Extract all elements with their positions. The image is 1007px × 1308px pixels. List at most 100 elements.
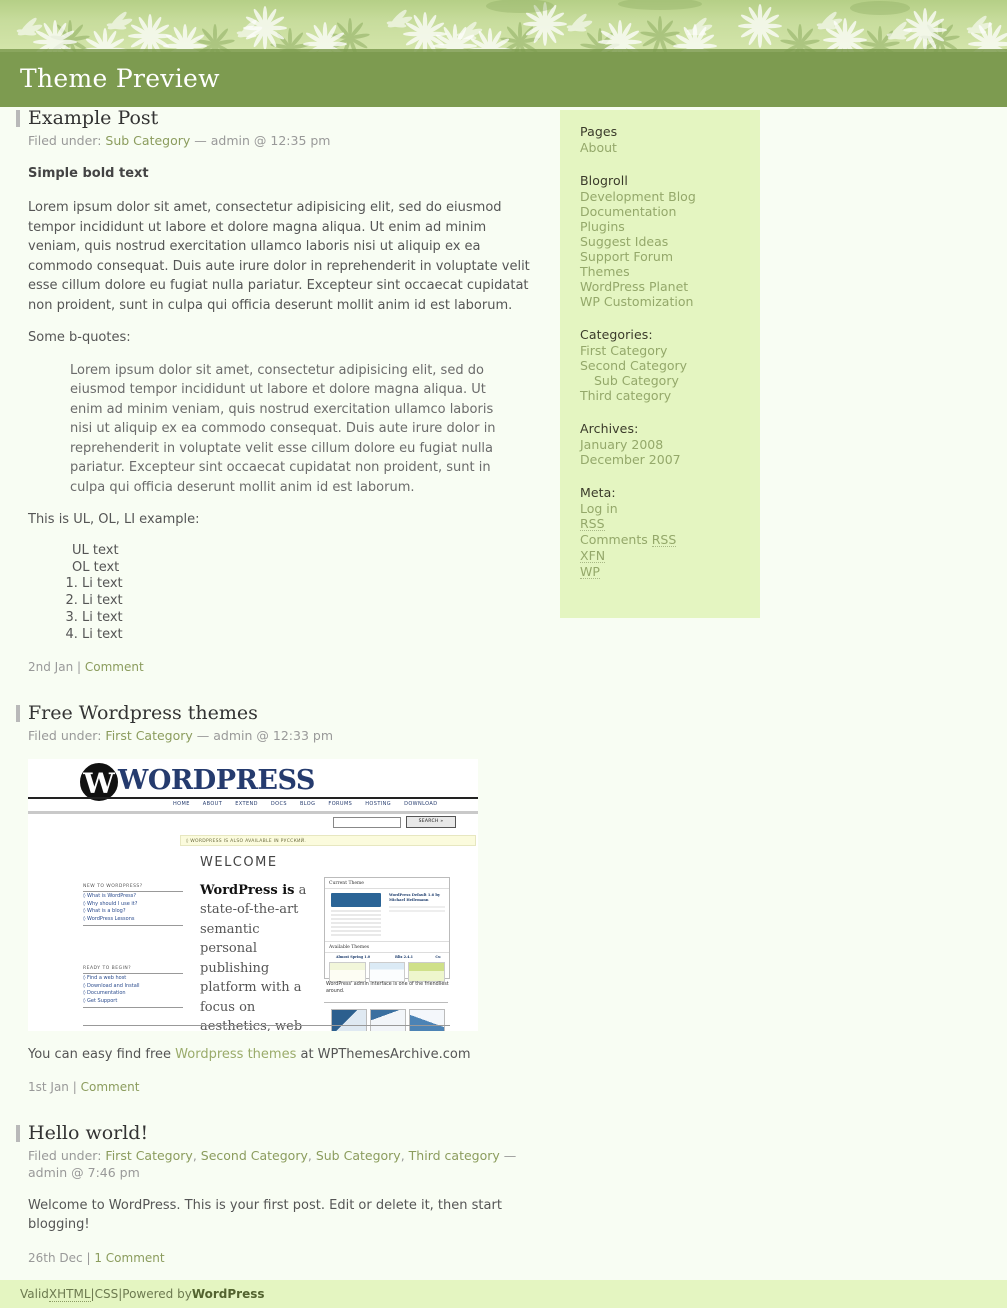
post-category-link[interactable]: Second Category bbox=[201, 1148, 308, 1163]
wp-list-item: ◊ What is WordPress? bbox=[83, 893, 137, 900]
footer-powered-label: Powered by bbox=[122, 1287, 192, 1301]
sidebar-item-xfn[interactable]: XFN bbox=[580, 548, 760, 564]
post-body: Welcome to WordPress. This is your first… bbox=[28, 1196, 540, 1235]
title-accent-bar bbox=[16, 704, 20, 722]
wp-theme-c-label: Cu bbox=[435, 954, 441, 959]
footer-wordpress-label: WordPress bbox=[191, 1287, 265, 1301]
sidebar-item-suggest-ideas[interactable]: Suggest Ideas bbox=[580, 234, 760, 249]
wp-list-item: ◊ What is a blog? bbox=[83, 908, 126, 915]
sidebar-item-december-2007[interactable]: December 2007 bbox=[580, 452, 760, 467]
sidebar-item-comments-rss[interactable]: Comments RSS bbox=[580, 532, 760, 548]
wp-search-button: SEARCH » bbox=[406, 815, 456, 828]
sidebar-item-development-blog[interactable]: Development Blog bbox=[580, 189, 760, 204]
sidebar-item-documentation[interactable]: Documentation bbox=[580, 204, 760, 219]
footer-xhtml-link[interactable]: XHTML bbox=[48, 1287, 91, 1302]
sidebar-item-about[interactable]: About bbox=[580, 140, 760, 155]
post-date: 1st Jan bbox=[28, 1080, 69, 1095]
wordpress-org-screenshot-image: W WORDPRESS HOME ABOUT EXTEND DOCS BLOG … bbox=[28, 758, 478, 1031]
post-category-link[interactable]: First Category bbox=[105, 1148, 192, 1163]
post-meta: Filed under: Sub Category — admin @ 12:3… bbox=[28, 133, 540, 150]
paragraph-lorem: Lorem ipsum dolor sit amet, consectetur … bbox=[28, 200, 530, 313]
title-accent-bar bbox=[16, 110, 20, 127]
post-meta: Filed under: First Category, Second Cate… bbox=[28, 1147, 517, 1180]
post-category-link[interactable]: First Category bbox=[105, 728, 192, 743]
wp-paragraph-1: WordPress is a state-of-the-art semantic… bbox=[200, 881, 310, 1031]
footer-separator: | bbox=[86, 1250, 91, 1265]
wp-rule bbox=[83, 1006, 183, 1008]
sidebar-item-themes[interactable]: Themes bbox=[580, 264, 760, 279]
wp-left-column-ready: READY TO BEGIN? ◊ Find a web host ◊ Down… bbox=[83, 966, 183, 1008]
sidebar-item-support-forum[interactable]: Support Forum bbox=[580, 249, 760, 264]
footer-valid-label: Valid bbox=[20, 1287, 49, 1301]
sidebar-item-wordpress-planet[interactable]: WordPress Planet bbox=[580, 279, 760, 294]
sidebar-heading-archives: Archives: bbox=[580, 421, 639, 436]
wp-screenshot-thumb bbox=[331, 1008, 367, 1031]
wp-bottom-rule bbox=[83, 1024, 450, 1026]
wp-section-divider bbox=[324, 1001, 448, 1003]
filed-under-label: Filed under: bbox=[28, 132, 102, 148]
sidebar-item-rss-abbr: RSS bbox=[651, 532, 677, 547]
wp-main-text: WordPress is a state-of-the-art semantic… bbox=[200, 881, 310, 1031]
wp-nav-divider bbox=[28, 810, 478, 814]
sidebar-item-rss[interactable]: RSS bbox=[580, 516, 760, 532]
list-item: OL text bbox=[72, 559, 120, 575]
wp-admin-panel-thumb: Current Theme WordPress Default 1.6 by M… bbox=[324, 876, 450, 982]
wp-theme-lines bbox=[331, 909, 381, 936]
list-item: Li text bbox=[82, 576, 540, 593]
sidebar-block-archives: Archives: January 2008 December 2007 bbox=[580, 421, 760, 467]
sidebar-item-second-category[interactable]: Second Category bbox=[580, 358, 760, 373]
sidebar-heading-meta: Meta: bbox=[580, 485, 616, 500]
sidebar-item-wp-customization[interactable]: WP Customization bbox=[580, 294, 760, 309]
wp-theme-thumbnails bbox=[329, 961, 446, 982]
wp-search-input bbox=[333, 816, 401, 828]
comment-link[interactable]: Comment bbox=[81, 1080, 140, 1094]
post-category-link[interactable]: Third category bbox=[409, 1148, 500, 1163]
comment-link[interactable]: Comment bbox=[85, 660, 144, 674]
wp-theme-thumb bbox=[408, 961, 446, 982]
site-title: Theme Preview bbox=[20, 64, 220, 93]
sidebar-item-sub-category[interactable]: Sub Category bbox=[580, 373, 760, 388]
themes-text-before: You can easy find free bbox=[28, 1046, 176, 1062]
sidebar-item-january-2008[interactable]: January 2008 bbox=[580, 437, 760, 452]
post-category-link[interactable]: Sub Category bbox=[105, 133, 190, 148]
themes-paragraph: You can easy find free Wordpress themes … bbox=[28, 1045, 540, 1065]
sidebar-item-plugins[interactable]: Plugins bbox=[580, 219, 760, 234]
post-category-link[interactable]: Sub Category bbox=[316, 1148, 401, 1163]
post-title-text: Hello world! bbox=[28, 1122, 149, 1145]
sidebar-item-third-category[interactable]: Third category bbox=[580, 388, 760, 403]
wordpress-themes-link[interactable]: Wordpress themes bbox=[175, 1047, 296, 1062]
wp-theme-thumb bbox=[368, 961, 406, 982]
post-footer: 1st Jan | Comment bbox=[28, 1080, 540, 1122]
post-footer: 2nd Jan | Comment bbox=[28, 660, 540, 702]
sidebar-block-pages: Pages About bbox=[580, 124, 760, 155]
post-date: 2nd Jan bbox=[28, 659, 74, 674]
wp-panel-head-current: Current Theme bbox=[325, 878, 449, 889]
wp-rule bbox=[83, 924, 183, 926]
sidebar-item-first-category[interactable]: First Category bbox=[580, 343, 760, 358]
wp-theme-thumb bbox=[329, 961, 366, 982]
wp-list-item: ◊ Get Support bbox=[83, 997, 118, 1004]
sidebar-item-wp[interactable]: WP bbox=[580, 564, 760, 580]
wp-theme-preview-bar bbox=[331, 892, 381, 907]
wp-list-item: ◊ Find a web host bbox=[83, 975, 127, 982]
list-item: UL text bbox=[72, 542, 119, 558]
wp-left-column-new: NEW TO WORDPRESS? ◊ What is WordPress? ◊… bbox=[83, 884, 183, 926]
footer: Valid XHTML | CSS | Powered by WordPress bbox=[0, 1280, 1007, 1308]
post-meta-suffix: — admin @ 12:33 pm bbox=[196, 727, 333, 743]
comment-link[interactable]: 1 Comment bbox=[94, 1251, 164, 1265]
wp-theme-b-label: Blix 2.4.1 bbox=[394, 954, 414, 959]
wp-screenshot-row bbox=[331, 1008, 445, 1031]
footer-css-link[interactable]: CSS bbox=[95, 1287, 119, 1301]
wp-screenshot-thumb bbox=[409, 1008, 445, 1031]
sidebar-item-log-in[interactable]: Log in bbox=[580, 501, 760, 516]
filed-under-label: Filed under: bbox=[28, 727, 102, 743]
wp-bold-lead: WordPress is bbox=[200, 882, 295, 898]
welcome-paragraph: Welcome to WordPress. This is your first… bbox=[28, 1197, 502, 1233]
wp-list-item: ◊ WordPress Lessons bbox=[83, 915, 135, 922]
sidebar-heading-blogroll: Blogroll bbox=[580, 173, 628, 188]
bold-paragraph: Simple bold text bbox=[28, 165, 149, 181]
unordered-list: UL text OL text bbox=[50, 543, 540, 577]
post-meta: Filed under: First Category — admin @ 12… bbox=[28, 728, 540, 745]
wp-list-item: ◊ Documentation bbox=[83, 990, 126, 997]
post-title: Example Post bbox=[16, 107, 540, 131]
